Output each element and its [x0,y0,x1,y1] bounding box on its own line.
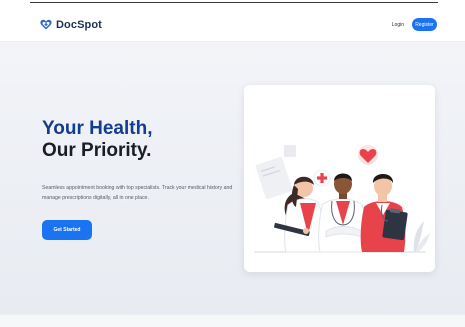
hero-title-line2: Our Priority. [42,140,152,161]
brand-logo[interactable]: DocSpot [40,19,102,31]
register-button[interactable]: Register [412,18,437,31]
hero-description: Seamless appointment booking with top sp… [42,185,233,201]
medical-cross-icon [313,169,331,187]
top-divider [30,2,438,3]
nav-actions: Login Register [392,18,437,31]
heart-icon [358,145,378,165]
brand-name: DocSpot [56,18,102,31]
get-started-button[interactable]: Get Started [42,220,92,240]
doctor-right-figure [360,174,408,252]
top-bar [0,0,465,8]
navbar: DocSpot Login Register [0,8,465,42]
heart-shield-icon [40,19,52,30]
next-section-strip [0,314,465,327]
hero-title: Your Health, Our Priority. [42,118,232,162]
medical-team-illustration [254,145,430,253]
plant-icon [413,221,430,252]
clipboard-sheet-icon [255,157,293,199]
login-link[interactable]: Login [392,22,404,28]
hero-title-line1: Your Health, [42,118,153,139]
hero-illustration-card [244,85,435,272]
hero-section: Your Health, Our Priority. Seamless appo… [0,42,465,314]
